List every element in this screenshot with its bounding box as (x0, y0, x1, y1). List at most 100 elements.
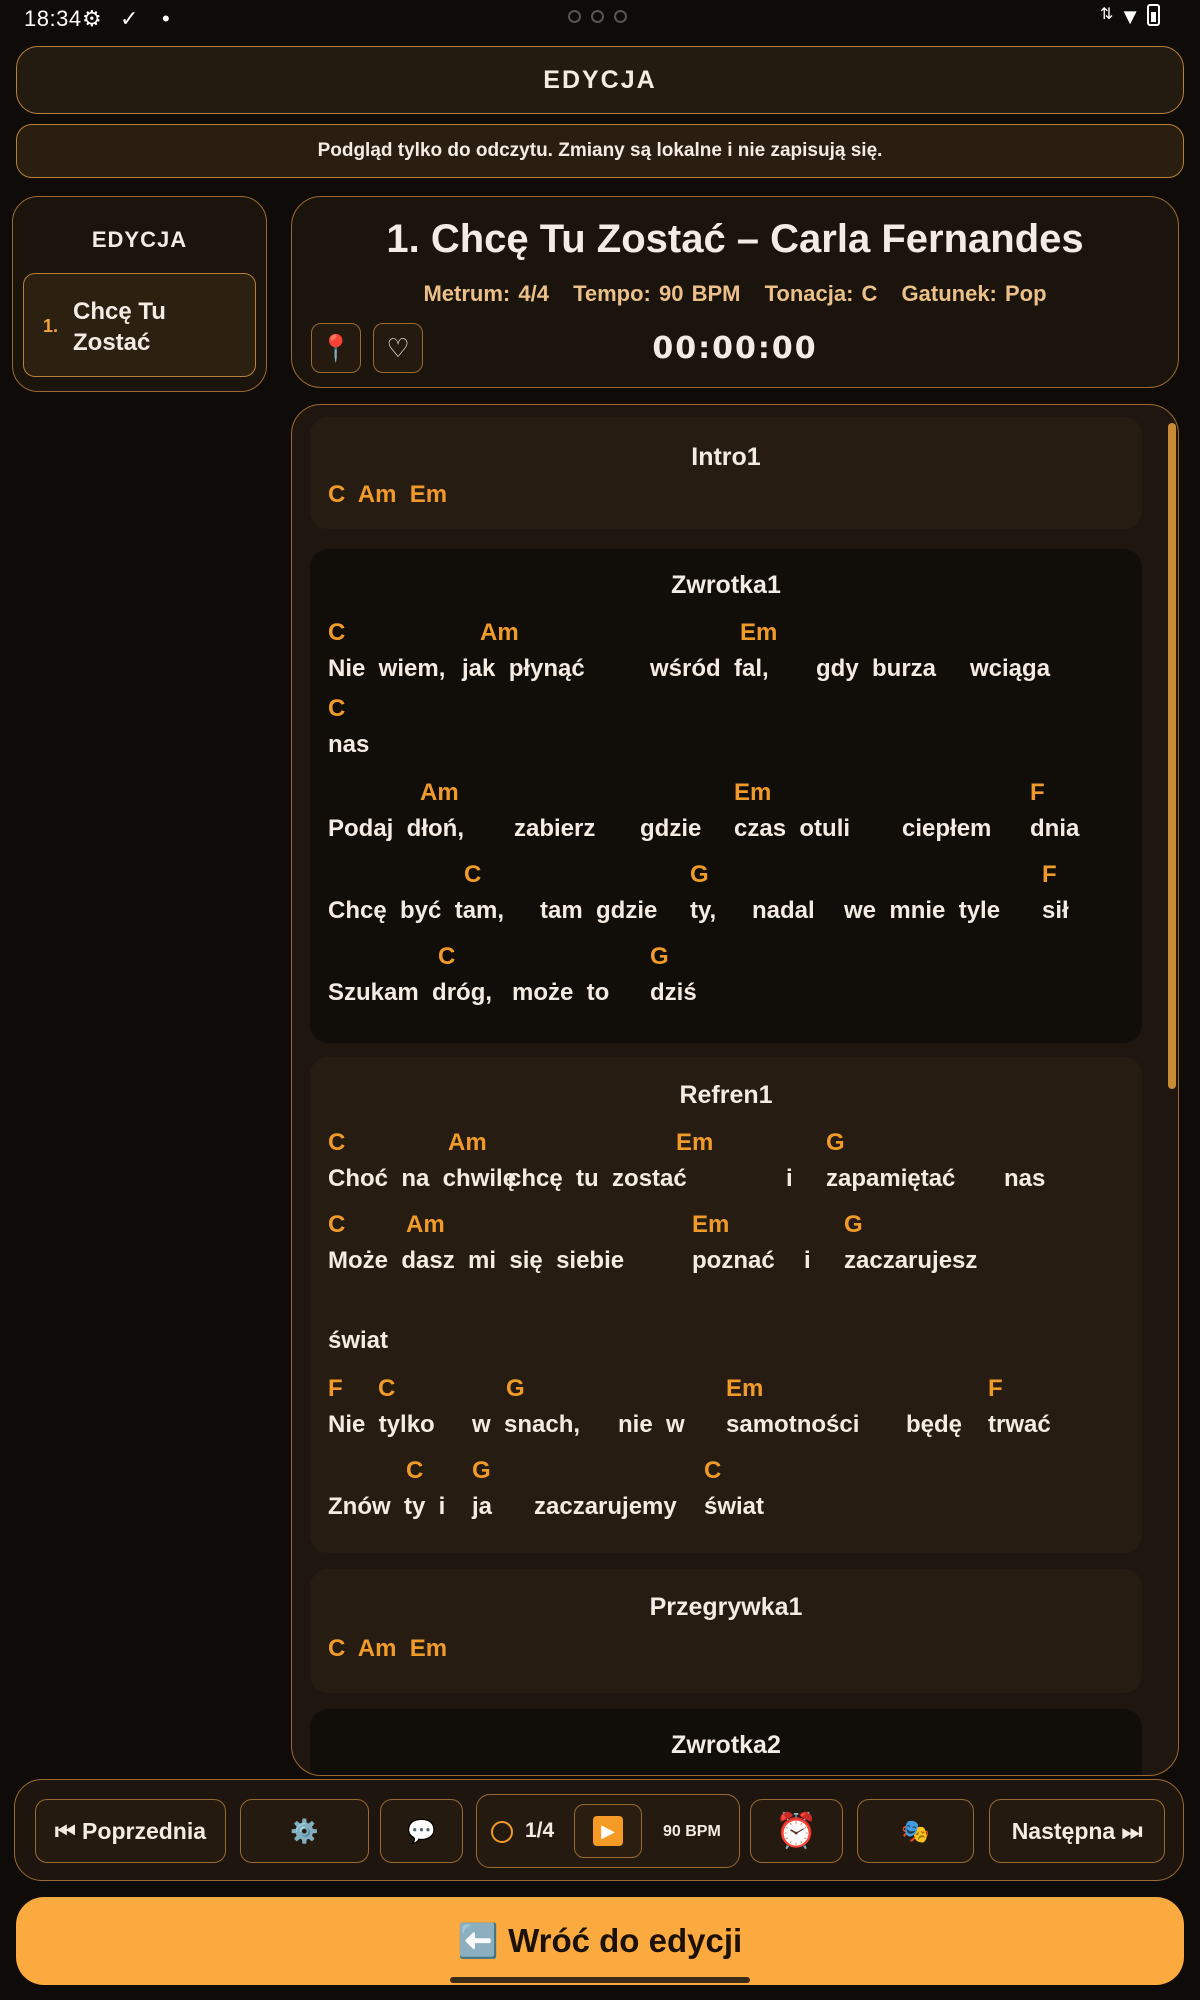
lyric: czas otuli (734, 815, 851, 842)
lyric: chcę tu zostać (508, 1165, 687, 1192)
song-meter: Metrum: 4/4 (423, 281, 549, 306)
chord: C (406, 1457, 424, 1484)
performance-mode-button[interactable]: 🎭 (857, 1799, 974, 1863)
speech-bubble-icon: 💬 (407, 1817, 436, 1844)
lyric: trwać (988, 1411, 1051, 1438)
wifi-icon: ▼ (1119, 4, 1141, 29)
lyric: we mnie tyle (844, 897, 1001, 924)
lyric: ja (472, 1493, 493, 1520)
chord: C (328, 695, 346, 722)
section-title: Przegrywka1 (649, 1593, 803, 1621)
check-circle-icon: ✓ (120, 6, 139, 31)
data-arrows-icon: ⇅ (1099, 6, 1114, 23)
lyric: gdy burza (816, 655, 937, 682)
section-title: Intro1 (691, 443, 761, 471)
next-button[interactable]: Następna ⏭ (989, 1799, 1165, 1863)
alarm-button[interactable]: ⏰ (750, 1799, 843, 1863)
chord: F (1030, 779, 1045, 806)
settings-button[interactable]: ⚙️ (240, 1799, 369, 1863)
play-icon: ▶ (593, 1816, 623, 1846)
chord: Am (448, 1129, 487, 1156)
lyric: zapamiętać (826, 1165, 956, 1192)
lyric: świat (328, 1327, 389, 1354)
lyric: Nie tylko (328, 1411, 435, 1438)
beat-counter: 1/4 (525, 1819, 555, 1842)
lyric: zaczarujesz (844, 1247, 978, 1274)
camera-dots (568, 10, 627, 23)
lyric: nadal (752, 897, 815, 924)
song-tempo: Tempo: 90 BPM (573, 281, 741, 306)
chord: F (988, 1375, 1003, 1402)
chord: Am (406, 1211, 445, 1238)
chord: C (328, 1211, 346, 1238)
song-meta: Metrum: 4/4 Tempo: 90 BPM Tonacja: C Gat… (292, 281, 1178, 307)
section-chords: C Am Em (328, 481, 448, 508)
metronome-play-button[interactable]: ▶ (574, 1804, 642, 1858)
section-refren1: Refren1 C Am Em G Choć na chwilę chcę tu… (310, 1057, 1142, 1553)
lyric: jak płynąć (462, 655, 585, 682)
sidebar-song-item[interactable]: 1. Chcę Tu Zostać (23, 273, 256, 377)
lyric: nie w (618, 1411, 685, 1438)
section-chords: C Am Em (328, 1635, 448, 1662)
lyric: samotności (726, 1411, 860, 1438)
chord: Am (420, 779, 459, 806)
chord: Am (480, 619, 519, 646)
lyric: nas (328, 731, 370, 758)
chord: G (844, 1211, 863, 1238)
status-time: 18:34 (24, 6, 82, 31)
comments-button[interactable]: 💬 (380, 1799, 463, 1863)
lyric: poznać (692, 1247, 775, 1274)
lyric: Nie wiem, (328, 655, 446, 682)
song-genre: Gatunek: Pop (901, 281, 1047, 306)
chord: F (328, 1375, 343, 1402)
chord: G (690, 861, 709, 888)
status-bar: 18:34 ⚙ ✓ • ⇅ ▼ (0, 0, 1200, 36)
chord: C (328, 619, 346, 646)
sidebar-title: EDYCJA (91, 227, 188, 252)
chord: F (1042, 861, 1057, 888)
lyric: Podaj dłoń, (328, 815, 464, 842)
lyric: wciąga (970, 655, 1051, 682)
lyric: ty, (690, 897, 717, 924)
chord: Em (692, 1211, 730, 1238)
metronome-group: 1/4 ▶ 90 BPM (476, 1794, 740, 1868)
chord: G (650, 943, 669, 970)
lyric: będę (906, 1411, 963, 1438)
scrollbar[interactable] (1168, 423, 1176, 1089)
read-only-notice: Podgląd tylko do odczytu. Zmiany są loka… (16, 124, 1184, 178)
lyric: Może dasz mi się siebie (328, 1247, 625, 1274)
chord: Em (676, 1129, 714, 1156)
chord: C (464, 861, 482, 888)
lyric: dziś (650, 979, 697, 1006)
song-header: 1. Chcę Tu Zostać – Carla Fernandes Metr… (291, 196, 1179, 388)
bottom-toolbar: ⏮ Poprzednia ⚙️ 💬 1/4 ▶ 90 BPM ⏰ 🎭 Nastę… (14, 1779, 1184, 1881)
previous-button[interactable]: ⏮ Poprzednia (35, 1799, 226, 1863)
back-to-edit-button[interactable]: ⬅️ Wróć do edycji (16, 1897, 1184, 1985)
song-item-number: 1. (43, 316, 59, 336)
lyrics-panel[interactable]: Intro1 C Am Em Zwrotka1 C Am Em Nie wiem… (291, 404, 1179, 1776)
section-przegrywka1: Przegrywka1 C Am Em (310, 1569, 1142, 1693)
section-title: Zwrotka2 (671, 1731, 781, 1759)
section-zwrotka2: Zwrotka2 (310, 1709, 1142, 1775)
chord: C (438, 943, 456, 970)
chord: Em (734, 779, 772, 806)
section-title: Refren1 (679, 1081, 773, 1109)
lyric: w snach, (472, 1411, 581, 1438)
song-item-name: Chcę Tu Zostać (73, 298, 166, 356)
sidebar: EDYCJA 1. Chcę Tu Zostać (12, 196, 267, 392)
lyric: Chcę być tam, (328, 897, 505, 924)
lyric: zaczarujemy (534, 1493, 677, 1520)
lyric: zabierz (514, 815, 596, 842)
chord: G (826, 1129, 845, 1156)
lyric: Znów ty i (328, 1493, 446, 1520)
metronome-bpm: 90 BPM (663, 1823, 721, 1840)
lyric: tam gdzie (540, 897, 658, 924)
battery-icon (1147, 4, 1160, 26)
status-right: ⇅ ▼ (1100, 4, 1160, 30)
chord: C (328, 1129, 346, 1156)
lyric: dnia (1030, 815, 1080, 842)
gear-icon: ⚙️ (290, 1817, 319, 1844)
chord: C (378, 1375, 396, 1402)
chord: G (506, 1375, 525, 1402)
song-timer: 00:00:00 (652, 331, 818, 366)
